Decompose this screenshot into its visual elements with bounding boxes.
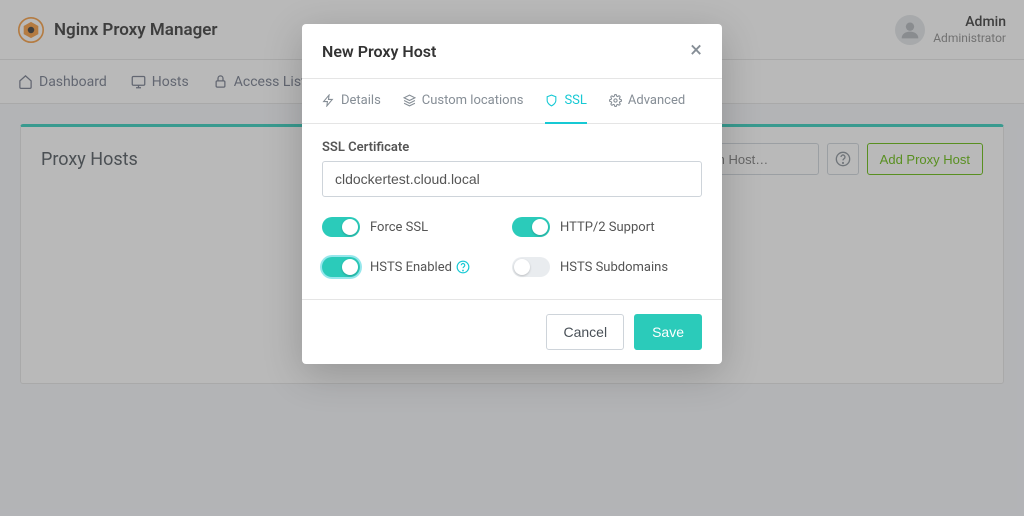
layers-icon xyxy=(403,94,416,107)
cancel-button[interactable]: Cancel xyxy=(546,314,624,350)
modal-title: New Proxy Host xyxy=(322,42,436,61)
modal-tablist: Details Custom locations SSL Advanced xyxy=(302,79,722,124)
ssl-cert-label: SSL Certificate xyxy=(322,140,702,155)
new-proxy-host-modal: New Proxy Host × Details Custom location… xyxy=(302,24,722,364)
modal-overlay: New Proxy Host × Details Custom location… xyxy=(0,0,1024,516)
force-ssl-label: Force SSL xyxy=(370,220,428,235)
ssl-cert-select[interactable] xyxy=(322,161,702,197)
tab-label: Custom locations xyxy=(422,93,524,108)
force-ssl-switch[interactable] xyxy=(322,217,360,237)
tab-label: SSL xyxy=(564,93,586,108)
toggle-http2: HTTP/2 Support xyxy=(512,217,702,237)
settings-icon xyxy=(609,94,622,107)
modal-footer: Cancel Save xyxy=(302,299,722,364)
toggle-hsts-subdomains: HSTS Subdomains xyxy=(512,257,702,277)
toggle-hsts: HSTS Enabled xyxy=(322,257,512,277)
http2-label: HTTP/2 Support xyxy=(560,220,655,235)
tab-label: Details xyxy=(341,93,381,108)
tab-custom-locations[interactable]: Custom locations xyxy=(403,79,524,124)
tab-advanced[interactable]: Advanced xyxy=(609,79,685,124)
http2-switch[interactable] xyxy=(512,217,550,237)
shield-icon xyxy=(545,94,558,107)
help-circle-icon[interactable] xyxy=(456,260,470,274)
hsts-label: HSTS Enabled xyxy=(370,260,470,275)
save-button[interactable]: Save xyxy=(634,314,702,350)
zap-icon xyxy=(322,94,335,107)
modal-header: New Proxy Host × xyxy=(302,24,722,79)
toggle-force-ssl: Force SSL xyxy=(322,217,512,237)
hsts-subdomains-label: HSTS Subdomains xyxy=(560,260,668,275)
modal-body: SSL Certificate Force SSL HTTP/2 Support… xyxy=(302,124,722,299)
toggle-grid: Force SSL HTTP/2 Support HSTS Enabled HS… xyxy=(322,217,702,277)
hsts-switch[interactable] xyxy=(322,257,360,277)
tab-details[interactable]: Details xyxy=(322,79,381,124)
hsts-label-text: HSTS Enabled xyxy=(370,260,452,275)
hsts-subdomains-switch[interactable] xyxy=(512,257,550,277)
tab-label: Advanced xyxy=(628,93,685,108)
close-icon[interactable]: × xyxy=(690,40,702,62)
tab-ssl[interactable]: SSL xyxy=(545,79,586,124)
